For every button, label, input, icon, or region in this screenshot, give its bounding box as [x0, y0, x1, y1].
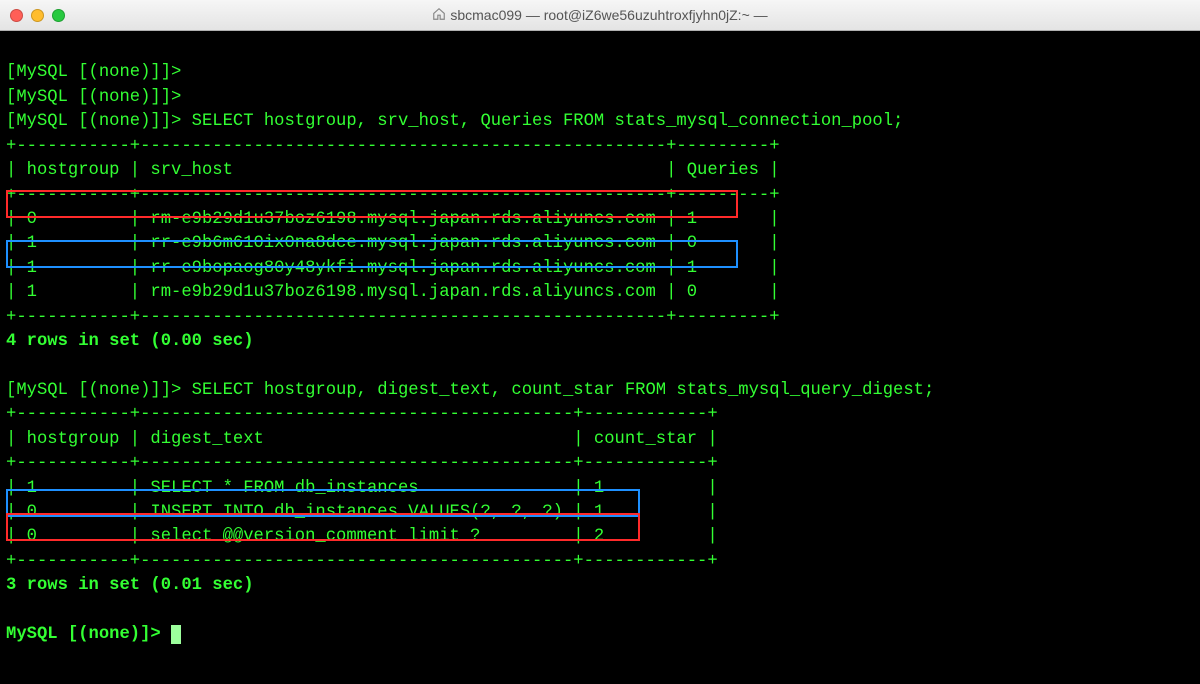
terminal[interactable]: [MySQL [(none)]]> [MySQL [(none)]]> [MyS… [0, 31, 1200, 684]
result-summary: 4 rows in set (0.00 sec) [6, 332, 254, 351]
table-separator: +-----------+---------------------------… [6, 186, 780, 205]
mysql-prompt: MySQL [(none)]> [6, 625, 171, 644]
result-summary: 3 rows in set (0.01 sec) [6, 576, 254, 595]
sql-query: SELECT hostgroup, srv_host, Queries FROM… [192, 112, 904, 131]
table-separator: +-----------+---------------------------… [6, 137, 780, 156]
table-separator: +-----------+---------------------------… [6, 454, 718, 473]
table-separator: +-----------+---------------------------… [6, 405, 718, 424]
table-row: | 0 | INSERT INTO db_instances VALUES(?,… [6, 503, 718, 522]
cursor [171, 625, 181, 644]
window-titlebar: sbcmac099 — root@iZ6we56uzuhtroxfjyhn0jZ… [0, 0, 1200, 31]
table-row: | 0 | select @@version_comment limit ? |… [6, 527, 718, 546]
table-row: | 1 | rr-e9b6m610ix0na8dce.mysql.japan.r… [6, 234, 780, 253]
table-row: | 1 | SELECT * FROM db_instances | 1 | [6, 479, 718, 498]
table-row: | 0 | rm-e9b29d1u37boz6198.mysql.japan.r… [6, 210, 780, 229]
mysql-prompt: [MySQL [(none)]]> [6, 381, 192, 400]
sql-query: SELECT hostgroup, digest_text, count_sta… [192, 381, 935, 400]
home-icon [432, 7, 446, 24]
table-separator: +-----------+---------------------------… [6, 308, 780, 327]
table-header: | hostgroup | digest_text | count_star | [6, 430, 718, 449]
minimize-icon[interactable] [31, 9, 44, 22]
zoom-icon[interactable] [52, 9, 65, 22]
mysql-prompt: [MySQL [(none)]]> [6, 112, 192, 131]
table-row: | 1 | rm-e9b29d1u37boz6198.mysql.japan.r… [6, 283, 780, 302]
close-icon[interactable] [10, 9, 23, 22]
window-title: sbcmac099 — root@iZ6we56uzuhtroxfjyhn0jZ… [0, 7, 1200, 24]
mysql-prompt: [MySQL [(none)]]> [6, 88, 192, 107]
table-row: | 1 | rr-e9bopaog80y48ykfi.mysql.japan.r… [6, 259, 780, 278]
table-header: | hostgroup | srv_host | Queries | [6, 161, 780, 180]
mysql-prompt: [MySQL [(none)]]> [6, 63, 192, 82]
table-separator: +-----------+---------------------------… [6, 552, 718, 571]
traffic-lights [10, 9, 65, 22]
